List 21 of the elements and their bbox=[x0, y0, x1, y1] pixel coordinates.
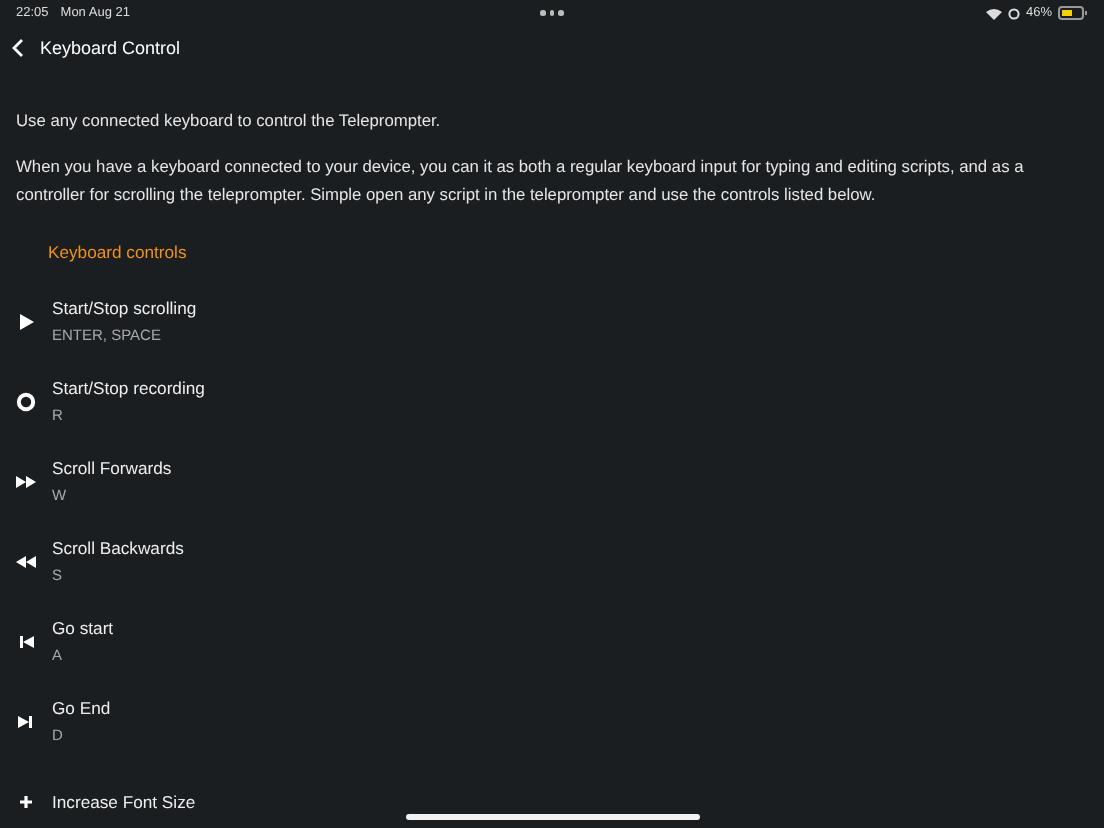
control-title: Scroll Forwards bbox=[52, 456, 172, 482]
control-title: Go End bbox=[52, 696, 111, 722]
skip-forward-icon bbox=[16, 712, 36, 732]
control-title: Scroll Backwards bbox=[52, 536, 184, 562]
rewind-icon bbox=[16, 552, 36, 572]
skip-back-icon bbox=[16, 632, 36, 652]
battery-icon bbox=[1058, 6, 1089, 20]
record-icon bbox=[16, 392, 36, 412]
control-title: Go start bbox=[52, 616, 114, 642]
more-dots-icon[interactable] bbox=[540, 10, 564, 16]
page-title: Keyboard Control bbox=[40, 38, 181, 58]
play-icon bbox=[16, 312, 36, 332]
back-icon[interactable] bbox=[12, 38, 24, 58]
control-title: Start/Stop scrolling bbox=[52, 296, 197, 322]
control-title: Start/Stop recording bbox=[52, 376, 205, 402]
section-title: Keyboard controls bbox=[48, 240, 189, 266]
control-title: Increase Font Size bbox=[52, 789, 196, 815]
fast-forward-icon bbox=[16, 472, 36, 492]
description-text: When you have a keyboard connected to your device, you can it as both a regular keyboard input for typing and editing scripts, and as a controller for scrolling the teleprompter. Simple open any script in the teleprompter and use the controls listed below. bbox=[16, 154, 1026, 208]
wifi-icon bbox=[986, 7, 1002, 19]
intro-text: Use any connected keyboard to control the Teleprompter. bbox=[16, 108, 443, 134]
